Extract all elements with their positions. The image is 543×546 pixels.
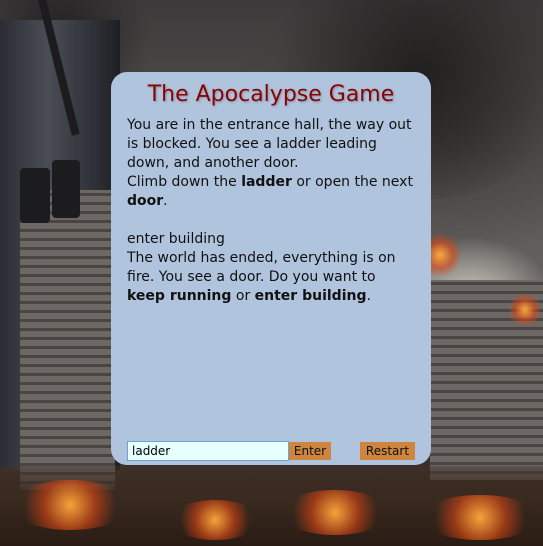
fire (10, 480, 130, 530)
story-keyword: ladder (241, 174, 292, 190)
fire (510, 290, 540, 330)
story-line: You are in the entrance hall, the way ou… (127, 116, 415, 173)
story-line: Climb down the ladder or open the next d… (127, 173, 415, 211)
story-keyword: keep running (127, 288, 232, 304)
story-text: Climb down the (127, 174, 242, 190)
story-line: The world has ended, everything is on fi… (127, 249, 415, 306)
traffic-light (52, 160, 80, 218)
story-keyword: enter building (254, 288, 367, 304)
fire (280, 490, 390, 535)
story-log: You are in the entrance hall, the way ou… (127, 116, 415, 306)
building (20, 190, 115, 490)
story-spacer (127, 211, 415, 230)
fire (420, 495, 540, 540)
command-input[interactable] (127, 441, 289, 461)
restart-button[interactable]: Restart (360, 442, 415, 460)
story-line: enter building (127, 230, 415, 249)
game-title: The Apocalypse Game (147, 82, 395, 107)
story-text: You are in the entrance hall, the way ou… (127, 117, 412, 171)
story-text: . (366, 288, 371, 304)
fire (170, 500, 260, 540)
story-text: or open the next (291, 174, 413, 190)
story-text: The world has ended, everything is on fi… (127, 250, 396, 285)
enter-button[interactable]: Enter (289, 442, 331, 460)
story-keyword: door (127, 193, 164, 209)
command-controls: Enter Restart (127, 441, 415, 461)
story-text: or (231, 288, 255, 304)
story-text: . (163, 193, 168, 209)
story-text: enter building (127, 231, 225, 247)
traffic-light (20, 168, 50, 223)
game-panel: The Apocalypse Game You are in the entra… (111, 72, 431, 465)
